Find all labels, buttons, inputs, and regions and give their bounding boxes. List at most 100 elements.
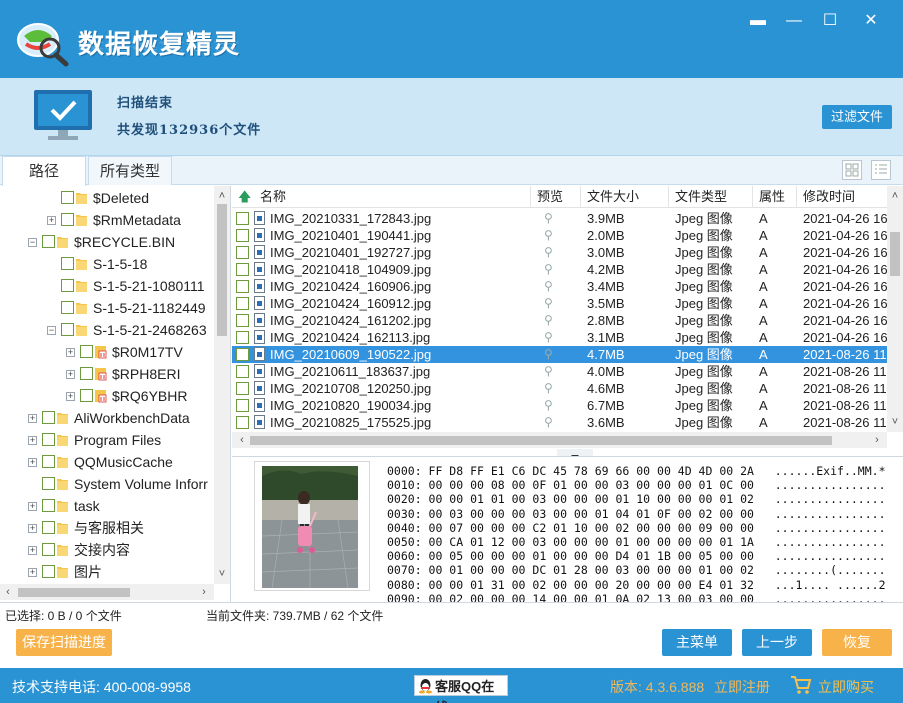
row-checkbox[interactable] — [236, 246, 249, 259]
row-checkbox[interactable] — [236, 399, 249, 412]
file-row[interactable]: IMG_20210424_160912.jpg ⚲ 3.5MB Jpeg 图像 A 202… — [232, 295, 887, 312]
tree-item[interactable]: − S-1-5-21-2468263 — [0, 319, 215, 341]
row-checkbox[interactable] — [236, 212, 249, 225]
row-checkbox[interactable] — [236, 382, 249, 395]
file-row[interactable]: IMG_20210424_161202.jpg ⚲ 2.8MB Jpeg 图像 A 202… — [232, 312, 887, 329]
file-row[interactable]: IMG_20210401_190441.jpg ⚲ 2.0MB Jpeg 图像 A 202… — [232, 227, 887, 244]
tab-path[interactable]: 路径 — [2, 156, 86, 186]
row-checkbox[interactable] — [236, 365, 249, 378]
scroll-right-arrow-icon[interactable]: › — [869, 432, 885, 448]
minimize-button[interactable]: — — [782, 10, 806, 32]
file-row[interactable]: IMG_20210424_162113.jpg ⚲ 3.1MB Jpeg 图像 A 202… — [232, 329, 887, 346]
row-checkbox[interactable] — [236, 314, 249, 327]
file-row[interactable]: IMG_20210820_190034.jpg ⚲ 6.7MB Jpeg 图像 A 202… — [232, 397, 887, 414]
preview-magnifier-icon[interactable]: ⚲ — [544, 313, 553, 327]
preview-magnifier-icon[interactable]: ⚲ — [544, 279, 553, 293]
previous-step-button[interactable]: 上一步 — [742, 629, 812, 656]
list-view-icon[interactable] — [871, 160, 891, 180]
collapse-icon[interactable]: − — [28, 238, 37, 247]
column-size[interactable]: 文件大小 — [580, 186, 668, 208]
thumbnail-view-icon[interactable] — [842, 160, 862, 180]
cart-icon[interactable] — [790, 675, 812, 695]
tree-checkbox[interactable] — [42, 411, 55, 424]
tree-checkbox[interactable] — [42, 433, 55, 446]
scroll-right-arrow-icon[interactable]: › — [196, 584, 212, 600]
row-checkbox[interactable] — [236, 348, 249, 361]
tree-checkbox[interactable] — [80, 345, 93, 358]
expand-icon[interactable]: + — [28, 436, 37, 445]
tree-checkbox[interactable] — [80, 389, 93, 402]
expand-icon[interactable]: + — [28, 458, 37, 467]
hscroll-thumb[interactable] — [250, 436, 832, 445]
tree-checkbox[interactable] — [61, 257, 74, 270]
column-preview[interactable]: 预览 — [530, 186, 580, 208]
file-row[interactable]: IMG_20210401_192727.jpg ⚲ 3.0MB Jpeg 图像 A 202… — [232, 244, 887, 261]
row-checkbox[interactable] — [236, 229, 249, 242]
tree-item[interactable]: System Volume Inforr — [0, 473, 215, 495]
register-link[interactable]: 立即注册 — [714, 677, 770, 697]
expand-icon[interactable]: + — [28, 524, 37, 533]
tree-item[interactable]: + Program Files — [0, 429, 215, 451]
scroll-left-arrow-icon[interactable]: ‹ — [0, 584, 16, 600]
row-checkbox[interactable] — [236, 297, 249, 310]
filter-files-button[interactable]: 过滤文件 — [822, 105, 892, 129]
column-type[interactable]: 文件类型 — [668, 186, 752, 208]
tree-item[interactable]: $Deleted — [0, 187, 215, 209]
tree-checkbox[interactable] — [61, 213, 74, 226]
tree-checkbox[interactable] — [42, 565, 55, 578]
column-name[interactable]: 名称 — [254, 186, 534, 208]
tree-checkbox[interactable] — [80, 367, 93, 380]
preview-magnifier-icon[interactable]: ⚲ — [544, 398, 553, 412]
tree-item[interactable]: + QQMusicCache — [0, 451, 215, 473]
save-scan-progress-button[interactable]: 保存扫描进度 — [16, 629, 112, 656]
preview-magnifier-icon[interactable]: ⚲ — [544, 228, 553, 242]
tree-checkbox[interactable] — [61, 191, 74, 204]
recover-button[interactable]: 恢复 — [822, 629, 892, 656]
column-attribute[interactable]: 属性 — [752, 186, 796, 208]
expand-icon[interactable]: + — [66, 348, 75, 357]
preview-magnifier-icon[interactable]: ⚲ — [544, 381, 553, 395]
row-checkbox[interactable] — [236, 280, 249, 293]
row-checkbox[interactable] — [236, 416, 249, 429]
expand-icon[interactable]: + — [28, 568, 37, 577]
preview-magnifier-icon[interactable]: ⚲ — [544, 262, 553, 276]
scroll-left-arrow-icon[interactable]: ‹ — [234, 432, 250, 448]
tree-checkbox[interactable] — [42, 499, 55, 512]
tree-item[interactable]: + 与客服相关 — [0, 517, 215, 539]
expand-icon[interactable]: + — [66, 392, 75, 401]
expand-icon[interactable]: + — [28, 546, 37, 555]
file-row[interactable]: IMG_20210424_160906.jpg ⚲ 3.4MB Jpeg 图像 A 202… — [232, 278, 887, 295]
tree-item[interactable]: + $RPH8ERI — [0, 363, 215, 385]
expand-icon[interactable]: + — [47, 216, 56, 225]
sort-up-icon[interactable]: 🡅 — [238, 188, 251, 205]
row-checkbox[interactable] — [236, 263, 249, 276]
tree-item[interactable]: S-1-5-18 — [0, 253, 215, 275]
scroll-up-arrow-icon[interactable]: ˄ — [887, 188, 903, 204]
hscroll-thumb[interactable] — [18, 588, 130, 597]
tree-checkbox[interactable] — [42, 235, 55, 248]
scroll-down-arrow-icon[interactable]: ˅ — [887, 414, 903, 430]
main-menu-button[interactable]: 主菜单 — [662, 629, 732, 656]
tree-item[interactable]: + 图片 — [0, 561, 215, 583]
file-list-vscrollbar[interactable]: ˄ ˅ — [887, 186, 903, 432]
preview-magnifier-icon[interactable]: ⚲ — [544, 330, 553, 344]
file-row[interactable]: IMG_20210418_104909.jpg ⚲ 4.2MB Jpeg 图像 A 202… — [232, 261, 887, 278]
file-list-hscrollbar[interactable]: ‹ › — [232, 432, 887, 448]
tree-item[interactable]: + $RQ6YBHR — [0, 385, 215, 407]
splitter-handle[interactable] — [557, 449, 593, 459]
tree-item[interactable]: S-1-5-21-1182449 — [0, 297, 215, 319]
scroll-down-arrow-icon[interactable]: ˅ — [214, 566, 230, 582]
expand-icon[interactable]: + — [28, 502, 37, 511]
expand-icon[interactable]: + — [28, 414, 37, 423]
column-modified-time[interactable]: 修改时间 — [796, 186, 887, 208]
expand-icon[interactable]: + — [66, 370, 75, 379]
tree-checkbox[interactable] — [61, 279, 74, 292]
tree-hscrollbar[interactable]: ‹ › — [0, 584, 214, 600]
tree-checkbox[interactable] — [61, 301, 74, 314]
tree-item[interactable]: + $RmMetadata — [0, 209, 215, 231]
row-checkbox[interactable] — [236, 331, 249, 344]
close-button[interactable]: ✕ — [859, 10, 883, 32]
tree-item[interactable]: + AliWorkbenchData — [0, 407, 215, 429]
tree-checkbox[interactable] — [42, 477, 55, 490]
file-row[interactable]: IMG_20210825_175525.jpg ⚲ 3.6MB Jpeg 图像 A 202… — [232, 414, 887, 431]
